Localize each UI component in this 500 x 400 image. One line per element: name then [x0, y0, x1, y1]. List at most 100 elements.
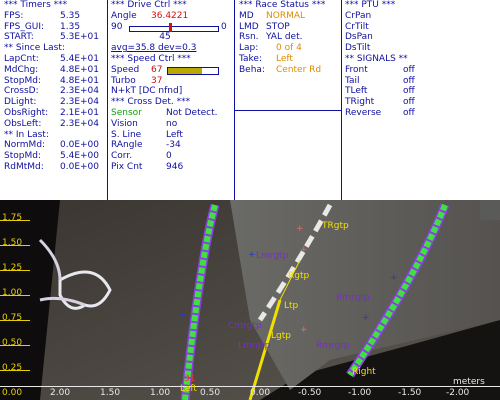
normmd-label: NormMd: [4, 140, 46, 151]
normmd-value: 0.0E+00 [60, 140, 99, 151]
slider-min-label: 90 [111, 21, 123, 32]
signal-label: Front [345, 64, 368, 75]
speed-mode: N+kT [DC nfnd] [111, 86, 183, 97]
ptu-item: CrPan [345, 10, 372, 21]
start-value: 5.3E+01 [60, 32, 99, 43]
y-tick-label: 1.00 [2, 288, 23, 298]
signal-value: off [403, 107, 415, 118]
angle-value: 36.4221 [151, 10, 189, 21]
beha-value: Center Rd [276, 64, 322, 75]
lmd-value: STOP [266, 21, 290, 32]
speed-value: 67 [151, 64, 163, 75]
x-tick-label: 0.00 [250, 388, 271, 398]
y-tick-label: 0.75 [2, 313, 23, 323]
signal-value: off [403, 75, 415, 86]
signal-label: Reverse [345, 107, 382, 118]
beha-label: Beha: [239, 64, 265, 75]
slider-thumb[interactable] [168, 22, 172, 32]
crossd-label: CrossD: [4, 86, 39, 97]
sensor-label: Sensor [111, 107, 142, 118]
mdchg-label: MdChg: [4, 64, 39, 75]
landmark-left-marker: Lmrgtp [256, 251, 289, 261]
x-tick-label: 2.00 [50, 388, 71, 398]
marker-cross: + [300, 325, 308, 335]
slider-track [129, 25, 219, 32]
corr-label: Corr. [111, 151, 133, 162]
stopmd2-label: StopMd: [4, 151, 41, 162]
obsright-label: ObsRight: [4, 107, 49, 118]
speed-ctrl-title: *** Speed Ctrl *** [111, 53, 191, 64]
turbo-value: 37 [151, 75, 163, 86]
start-label: START: [4, 32, 34, 43]
obsleft-label: ObsLeft: [4, 118, 42, 129]
landmark-right-marker: Rmrgtp [336, 293, 370, 303]
fps-gui-label: FPS_GUI: [4, 21, 45, 32]
camera-scene [0, 200, 500, 400]
signals-title: ** SIGNALS ** [345, 53, 408, 64]
fps-gui-value: 1.35 [60, 21, 81, 32]
x-tick-label: 1.00 [150, 388, 171, 398]
lane-right-label: Right [352, 367, 376, 377]
rangle-value: -34 [166, 140, 181, 151]
sline-value: Left [166, 129, 183, 140]
signal-label: TLeft [345, 86, 368, 97]
ptu-item: CrTilt [345, 21, 369, 32]
landmark-lgtp: Lgtp [271, 331, 291, 341]
corr-value: 0 [166, 151, 172, 162]
rangle-label: RAngle [111, 140, 143, 151]
landmark-rgtp: Rgtp [288, 271, 310, 281]
rsn-value: YAL det. [266, 32, 303, 43]
rdmtmd-label: RdMtMd: [4, 161, 44, 172]
ptu-item: DsPan [345, 32, 373, 43]
lane-left-count: 31 [184, 374, 196, 384]
obsleft-value: 2.3E+04 [60, 118, 99, 129]
ptu-title: *** PTU *** [345, 0, 396, 10]
marker-cross: + [390, 273, 398, 283]
marker-cross: + [178, 310, 186, 320]
signal-row: Tail off [345, 76, 500, 87]
angle-slider[interactable]: 90 0 [111, 22, 234, 33]
control-panel: *** Drive Ctrl *** Angle 36.4221 90 0 45 … [108, 0, 234, 200]
lmd-label: LMD [239, 21, 259, 32]
stopmd2-value: 5.4E+00 [60, 151, 99, 162]
obsright-value: 2.1E+01 [60, 107, 99, 118]
speed-label: Speed [111, 64, 140, 75]
x-tick-label: -1.00 [348, 388, 372, 398]
slider-max-label: 0 [221, 21, 227, 32]
signal-label: Tail [345, 75, 360, 86]
slider-current-value: 45 [159, 32, 171, 43]
speed-bar-fill [168, 67, 202, 74]
race-status-panel: *** Race Status *** MD NORMAL LMD STOP Rsn… [235, 0, 342, 200]
lapcnt-label: LapCnt: [4, 53, 39, 64]
race-status-title: *** Race Status *** [239, 0, 326, 10]
y-tick-label: 0.50 [2, 338, 23, 348]
md-label: MD [239, 10, 254, 21]
drive-ctrl-title: *** Drive Ctrl *** [111, 0, 187, 10]
x-axis-unit: meters [453, 377, 485, 387]
marker-cross: + [296, 224, 304, 234]
ptu-panel: *** PTU *** CrPan CrTilt DsPan DsTilt **… [342, 0, 500, 200]
vision-value: no [166, 118, 178, 129]
landmark-trgtp: TRgtp [322, 221, 349, 231]
since-last-title: ** Since Last: [4, 43, 65, 54]
sline-label: S. Line [111, 129, 142, 140]
rsn-label: Rsn. [239, 32, 259, 43]
signal-row: TLeft off [345, 86, 500, 97]
signal-value: off [403, 64, 415, 75]
fps-label: FPS: [4, 10, 24, 21]
marker-cross: + [248, 250, 256, 260]
stopmd-value: 4.8E+01 [60, 75, 99, 86]
ptu-item: DsTilt [345, 43, 371, 54]
x-tick-label: -1.50 [398, 388, 422, 398]
marker-cross: + [362, 313, 370, 323]
take-value: Left [276, 53, 293, 64]
lap-value: 0 of 4 [276, 43, 302, 54]
crossd-value: 2.3E+04 [60, 86, 99, 97]
background [480, 200, 500, 220]
y-tick-label: 1.75 [2, 213, 23, 223]
y-tick-label: 1.50 [2, 238, 23, 248]
timers-title: *** Timers *** [4, 0, 68, 10]
signal-value: off [403, 86, 415, 97]
camera-view[interactable]: 1.75 1.50 1.25 1.00 0.75 0.50 0.25 0.00 … [0, 200, 500, 400]
y-tick-label: 1.25 [2, 263, 23, 273]
